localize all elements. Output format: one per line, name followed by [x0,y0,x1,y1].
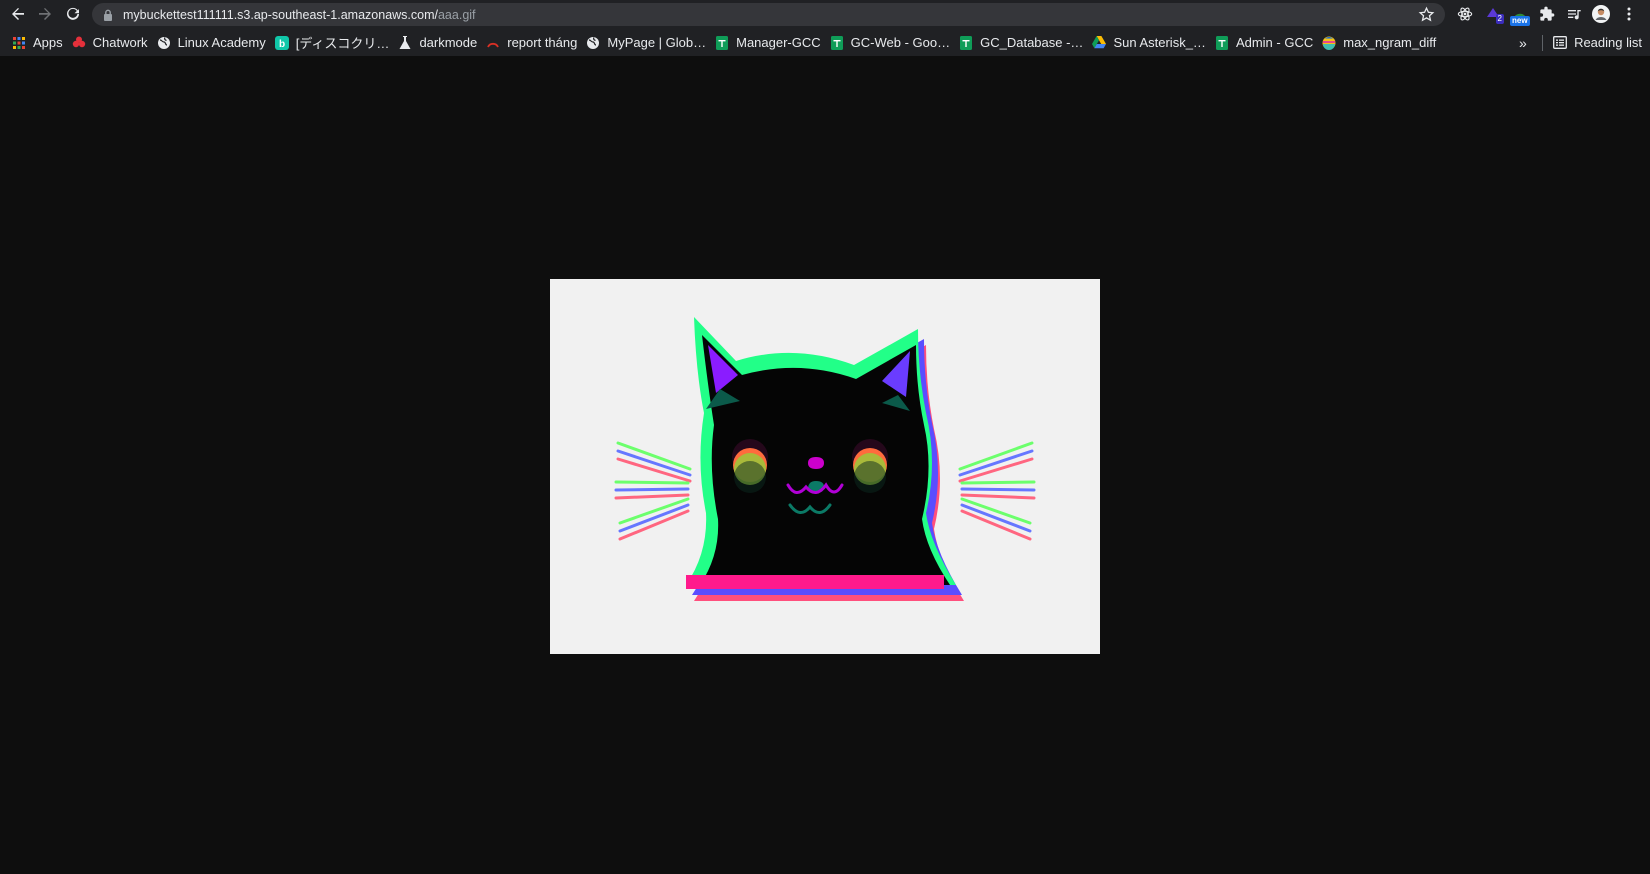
reload-icon [67,7,79,20]
forward-arrow-icon [39,8,51,20]
bookmark-label: MyPage | Glob… [607,35,707,50]
bookmark-gc-web[interactable]: GC-Web - Goo… [828,31,957,55]
bookmark-label: Manager-GCC [736,35,821,50]
gif-image [550,279,1100,654]
overflow-chevron-icon: » [1519,34,1527,51]
page-viewport [0,56,1650,874]
bookmark-max-ngram[interactable]: max_ngram_diff [1320,31,1443,55]
sheets-icon [1215,35,1229,50]
reading-list-icon [1553,36,1568,49]
bookmark-label: Admin - GCC [1235,35,1314,50]
chatwork-icon [72,36,86,50]
bookmark-label: [ディスコクリ… [295,36,390,51]
media-queue-icon[interactable] [1564,4,1584,24]
apps-grid-icon [12,36,26,50]
b-logo-icon: b [274,35,289,50]
bookmark-star-icon[interactable] [1418,6,1435,23]
bookmark-sun-asterisk[interactable]: Sun Asterisk_… [1090,31,1213,55]
bookmark-disco[interactable]: b [ディスコクリ… [273,31,397,55]
bookmarks-overflow-button[interactable]: » [1519,29,1527,56]
extensions-puzzle-icon[interactable] [1537,4,1557,24]
url-path: aaa.gif [437,7,476,22]
bookmark-mypage[interactable]: MyPage | Glob… [584,31,713,55]
svg-text:b: b [279,39,285,50]
bookmark-label: max_ngram_diff [1343,35,1437,50]
sheets-icon [830,35,844,50]
reading-list-button[interactable]: Reading list [1542,29,1642,56]
divider [1542,34,1544,51]
bookmark-label: Apps [33,35,63,50]
menu-kebab-icon[interactable] [1619,4,1639,24]
new-extension-icon[interactable]: new [1510,4,1530,26]
left-whiskers [614,441,692,541]
bookmark-chatwork[interactable]: Chatwork [70,31,155,55]
red-arc-icon [486,36,500,50]
bookmark-label: GC-Web - Goo… [850,35,951,50]
lock-icon [102,9,114,21]
bookmark-label: darkmode [419,35,478,50]
extension-badge-icon[interactable]: 2 [1483,4,1504,24]
bookmark-label: Sun Asterisk_… [1113,35,1206,50]
back-button[interactable] [6,2,30,26]
reading-list-label: Reading list [1574,35,1642,50]
address-bar[interactable]: mybuckettest111111.s3.ap-southeast-1.ama… [92,3,1445,26]
bookmark-darkmode[interactable]: darkmode [396,31,484,55]
forward-button[interactable] [33,2,57,26]
url-text: mybuckettest111111.s3.ap-southeast-1.ama… [123,8,476,22]
bookmark-label: Chatwork [92,35,148,50]
globe-icon [586,36,600,50]
back-arrow-icon [12,8,24,20]
bookmark-label: GC_Database -… [980,35,1084,50]
bookmarks-bar: Apps Chatwork Linux Academy b [ディスコクリ… d… [0,29,1650,56]
sheets-icon [959,35,973,50]
globe-icon [157,36,171,50]
browser-toolbar: mybuckettest111111.s3.ap-southeast-1.ama… [0,0,1650,29]
bookmark-label: report tháng [507,35,578,50]
elastic-icon [1322,36,1336,50]
bookmark-report[interactable]: report tháng [484,31,584,55]
extension-count-badge: 2 [1495,14,1504,24]
bookmark-admin-gcc[interactable]: Admin - GCC [1213,31,1320,55]
bookmark-linux-academy[interactable]: Linux Academy [155,31,273,55]
new-badge: new [1510,16,1530,26]
bookmark-gc-database[interactable]: GC_Database -… [957,31,1090,55]
profile-avatar[interactable] [1591,4,1611,24]
flask-icon [398,35,412,50]
bookmark-apps[interactable]: Apps [10,31,70,55]
bookmark-label: Linux Academy [177,35,266,50]
bookmark-manager-gcc[interactable]: Manager-GCC [713,31,828,55]
url-host: mybuckettest111111.s3.ap-southeast-1.ama… [123,7,438,22]
drive-icon [1092,36,1107,50]
sheets-icon [715,35,729,50]
reload-button[interactable] [61,2,85,26]
glitch-cat-illustration [614,317,1036,601]
right-whiskers [958,441,1036,541]
react-devtools-icon[interactable] [1455,4,1475,24]
